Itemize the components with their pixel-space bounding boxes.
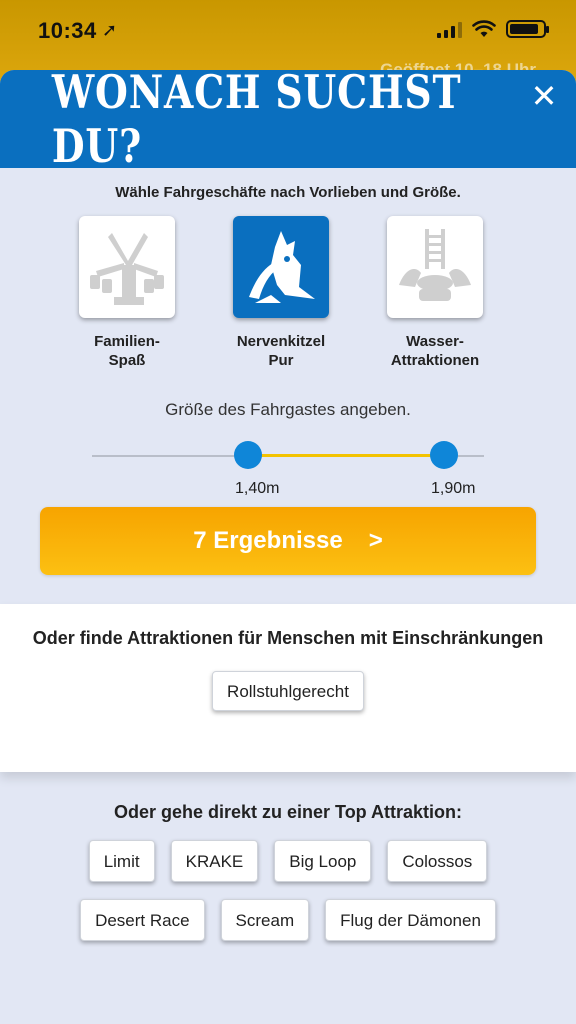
- battery-icon: [506, 20, 549, 38]
- attraction-chip-limit[interactable]: Limit: [88, 840, 155, 882]
- intro-text: Wähle Fahrgeschäfte nach Vorlieben und G…: [115, 184, 461, 201]
- category-family-label: Familien- Spaß: [94, 333, 160, 369]
- status-bar: 10:34 ➚: [0, 0, 576, 64]
- slider-max-thumb[interactable]: [430, 441, 458, 469]
- sheet-header: WONACH SUCHST DU? ✕: [0, 70, 576, 173]
- attraction-chip-flug-der-daemonen[interactable]: Flug der Dämonen: [325, 899, 496, 941]
- result-count-label: 7 Ergebnisse: [193, 527, 343, 554]
- category-family[interactable]: Familien- Spaß: [62, 216, 192, 370]
- carousel-icon: [90, 233, 164, 305]
- slider-max-value: 1,90m: [431, 480, 476, 497]
- accessibility-section: Oder finde Attraktionen für Menschen mit…: [0, 604, 576, 772]
- status-indicators: [437, 20, 549, 38]
- location-icon: ➚: [102, 20, 118, 40]
- category-family-tile[interactable]: [79, 216, 175, 318]
- signal-icon: [437, 20, 462, 38]
- slider-min-thumb[interactable]: [234, 441, 262, 469]
- attraction-chip-desert-race[interactable]: Desert Race: [80, 899, 205, 941]
- attraction-chip-colossos[interactable]: Colossos: [387, 840, 488, 882]
- category-thrill-tile[interactable]: [233, 216, 329, 318]
- chevron-right-icon: >: [368, 527, 383, 554]
- sheet-title: WONACH SUCHST DU?: [51, 70, 462, 173]
- category-water-tile[interactable]: [387, 216, 483, 318]
- water-ride-icon: [399, 229, 471, 301]
- category-thrill[interactable]: Nervenkitzel Pur: [216, 216, 346, 370]
- category-thrill-label: Nervenkitzel Pur: [236, 333, 326, 369]
- status-time: 10:34: [38, 18, 97, 43]
- filter-sheet: WONACH SUCHST DU? ✕ Wähle Fahrgeschäfte …: [0, 70, 576, 1024]
- category-water-label: Wasser- Attraktionen: [390, 333, 480, 369]
- close-button[interactable]: ✕: [526, 78, 562, 114]
- show-results-button[interactable]: 7 Ergebnisse >: [40, 507, 536, 575]
- top-attractions-title: Oder gehe direkt zu einer Top Attraktion…: [113, 802, 463, 822]
- top-attractions-row-1: Limit KRAKE Big Loop Colossos: [0, 840, 576, 882]
- attraction-chip-scream[interactable]: Scream: [220, 899, 310, 941]
- slider-min-value: 1,40m: [235, 480, 280, 497]
- accessibility-title: Oder finde Attraktionen für Menschen mit…: [32, 628, 544, 648]
- top-attractions-row-2: Desert Race Scream Flug der Dämonen: [0, 899, 576, 941]
- slider-selected-range: [248, 454, 444, 457]
- category-selector: Familien- Spaß Nervenkitzel Pur Wasser- …: [0, 216, 576, 386]
- attraction-chip-big-loop[interactable]: Big Loop: [274, 840, 372, 882]
- height-range-slider[interactable]: [92, 440, 484, 470]
- attraction-chip-krake[interactable]: KRAKE: [170, 840, 259, 882]
- wheelchair-accessible-chip[interactable]: Rollstuhlgerecht: [212, 671, 364, 711]
- size-label: Größe des Fahrgastes angeben.: [165, 400, 411, 419]
- monster-icon: [249, 231, 315, 303]
- category-water[interactable]: Wasser- Attraktionen: [370, 216, 500, 370]
- wifi-icon: [472, 20, 496, 37]
